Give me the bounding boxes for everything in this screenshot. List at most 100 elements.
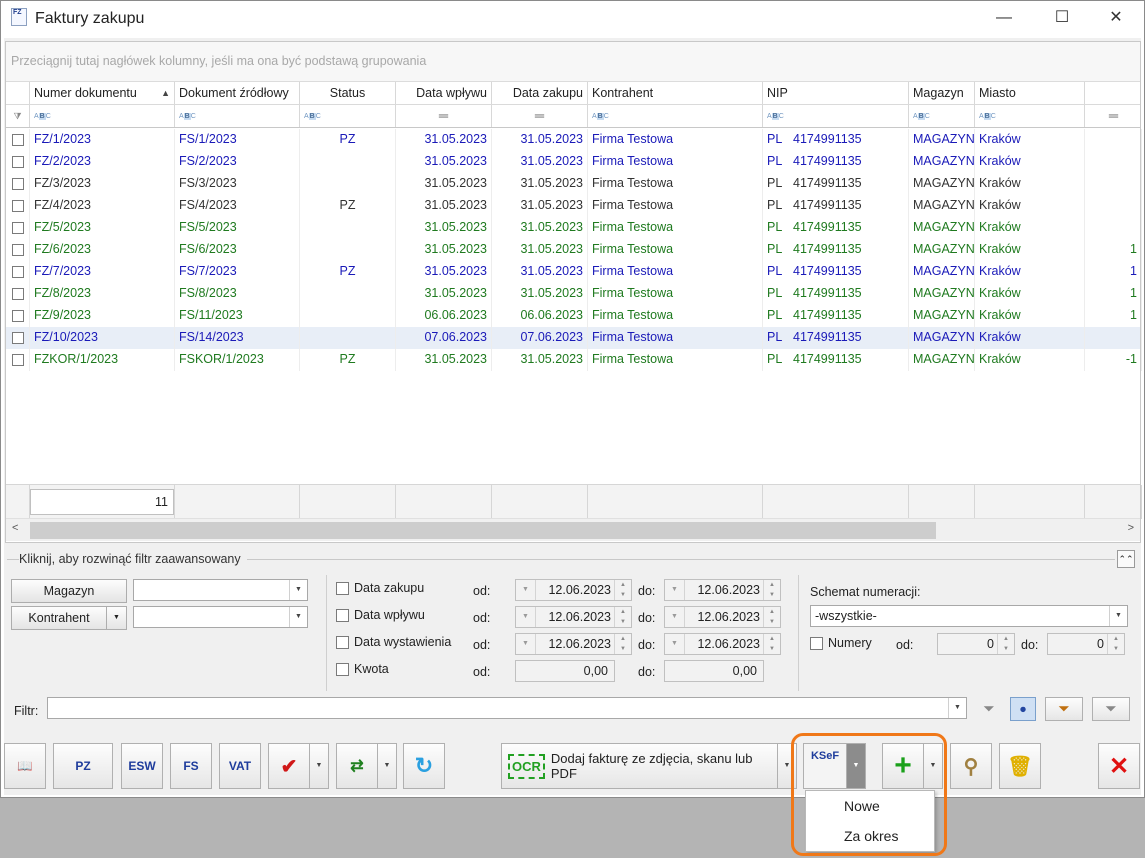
column-header-extra[interactable]: [1085, 82, 1142, 104]
scroll-right-icon[interactable]: >: [1128, 522, 1134, 534]
row-checkbox[interactable]: [6, 195, 30, 217]
table-row[interactable]: FZ/6/2023 FS/6/2023 31.05.2023 31.05.2023 Fi…: [6, 239, 1142, 261]
numery-od-field[interactable]: 0 ▲ ▼: [937, 633, 1015, 655]
schemat-combo[interactable]: -wszystkie- ▼: [810, 605, 1128, 627]
filter-text-icon[interactable]: ABC: [300, 105, 396, 127]
esw-button[interactable]: ESW: [121, 743, 163, 789]
table-row[interactable]: FZ/9/2023 FS/11/2023 06.06.2023 06.06.2023 F…: [6, 305, 1142, 327]
row-checkbox[interactable]: [6, 151, 30, 173]
filter-text-icon[interactable]: ABC: [975, 105, 1085, 127]
scroll-left-icon[interactable]: <: [12, 522, 18, 534]
column-header-nip[interactable]: NIP: [763, 82, 909, 104]
row-checkbox[interactable]: [6, 173, 30, 195]
column-header-data-zakupu[interactable]: Data zakupu: [492, 82, 588, 104]
filter-text-icon[interactable]: ABC: [588, 105, 763, 127]
filter-remove-icon[interactable]: ⏷: [1092, 697, 1130, 721]
data-wystawienia-do-field[interactable]: ▼ 12.06.2023 ▲ ▼: [664, 633, 781, 655]
row-checkbox[interactable]: [6, 261, 30, 283]
table-row[interactable]: FZ/4/2023 FS/4/2023 PZ 31.05.2023 31.05.2023…: [6, 195, 1142, 217]
magnifier-icon[interactable]: ⚲: [950, 743, 992, 789]
table-row[interactable]: FZ/10/2023 FS/14/2023 07.06.2023 07.06.2023…: [6, 327, 1142, 349]
numery-checkbox[interactable]: Numery: [810, 636, 872, 650]
menu-item-nowe[interactable]: Nowe: [806, 791, 934, 821]
filtr-input[interactable]: ▼: [47, 697, 967, 719]
group-by-hint[interactable]: Przeciągnij tutaj nagłówek kolumny, jeśl…: [6, 42, 1140, 82]
column-header-data-wplywu[interactable]: Data wpływu: [396, 82, 492, 104]
row-checkbox[interactable]: [6, 283, 30, 305]
approve-check-icon[interactable]: ✔: [268, 743, 310, 789]
minimize-button[interactable]: —: [989, 7, 1019, 29]
add-plus-icon[interactable]: +: [882, 743, 924, 789]
data-zakupu-checkbox[interactable]: Data zakupu: [336, 581, 424, 595]
column-header-kontrahent[interactable]: Kontrahent: [588, 82, 763, 104]
filter-equals-icon[interactable]: ═: [492, 105, 588, 127]
table-row[interactable]: FZ/8/2023 FS/8/2023 31.05.2023 31.05.2023 Fi…: [6, 283, 1142, 305]
refresh-icon[interactable]: ↻: [403, 743, 445, 789]
table-row[interactable]: FZ/3/2023 FS/3/2023 31.05.2023 31.05.2023 Fi…: [6, 173, 1142, 195]
chevron-down-icon[interactable]: ▼: [309, 743, 329, 789]
filter-active-icon[interactable]: ●: [1010, 697, 1036, 721]
row-checkbox[interactable]: [6, 305, 30, 327]
column-header-zrodlowy[interactable]: Dokument źródłowy: [175, 82, 300, 104]
filter-text-icon[interactable]: ABC: [175, 105, 300, 127]
row-checkbox[interactable]: [6, 327, 30, 349]
kontrahent-combo[interactable]: ▼: [133, 606, 308, 628]
filter-equals-icon[interactable]: ═: [1085, 105, 1142, 127]
kontrahent-dropdown[interactable]: ▼: [106, 606, 127, 630]
kwota-checkbox[interactable]: Kwota: [336, 662, 389, 676]
filter-clear-icon[interactable]: ⏷: [1045, 697, 1083, 721]
row-checkbox[interactable]: [6, 129, 30, 151]
book-icon[interactable]: 📖: [4, 743, 46, 789]
data-zakupu-do-field[interactable]: ▼ 12.06.2023 ▲ ▼: [664, 579, 781, 601]
magazyn-button[interactable]: Magazyn: [11, 579, 127, 603]
numery-do-field[interactable]: 0 ▲ ▼: [1047, 633, 1125, 655]
ksef-button[interactable]: KSeF: [803, 743, 847, 789]
scrollbar-thumb[interactable]: [30, 522, 936, 539]
horizontal-scrollbar[interactable]: < >: [6, 518, 1140, 541]
row-checkbox[interactable]: [6, 349, 30, 371]
ocr-add-invoice-button[interactable]: OCR Dodaj fakturę ze zdjęcia, skanu lub …: [501, 743, 778, 789]
filter-funnel-icon[interactable]: ⏷: [976, 697, 1002, 721]
table-row[interactable]: FZ/5/2023 FS/5/2023 31.05.2023 31.05.2023 Fi…: [6, 217, 1142, 239]
kwota-do-field[interactable]: 0,00: [664, 660, 764, 682]
column-header-status[interactable]: Status: [300, 82, 396, 104]
filter-equals-icon[interactable]: ═: [396, 105, 492, 127]
table-row[interactable]: FZKOR/1/2023 FSKOR/1/2023 PZ 31.05.2023 31.0…: [6, 349, 1142, 371]
chevron-down-icon[interactable]: ▼: [923, 743, 943, 789]
menu-item-za-okres[interactable]: Za okres: [806, 821, 934, 851]
table-row[interactable]: FZ/1/2023 FS/1/2023 PZ 31.05.2023 31.05.2023…: [6, 129, 1142, 151]
row-checkbox[interactable]: [6, 217, 30, 239]
close-x-icon[interactable]: ✕: [1098, 743, 1140, 789]
table-row[interactable]: FZ/2/2023 FS/2/2023 31.05.2023 31.05.2023 Fi…: [6, 151, 1142, 173]
magazyn-combo[interactable]: ▼: [133, 579, 308, 601]
column-header-numer[interactable]: Numer dokumentu ▲: [30, 82, 175, 104]
pz-button[interactable]: PZ: [53, 743, 113, 789]
collapse-icon[interactable]: ⌃⌃: [1117, 550, 1135, 568]
filter-text-icon[interactable]: ABC: [909, 105, 975, 127]
column-header-miasto[interactable]: Miasto: [975, 82, 1085, 104]
data-zakupu-od-field[interactable]: ▼ 12.06.2023 ▲ ▼: [515, 579, 632, 601]
maximize-button[interactable]: ☐: [1047, 7, 1077, 29]
trash-bin-icon[interactable]: 🗑: [999, 743, 1041, 789]
payment-icon[interactable]: ⇄: [336, 743, 378, 789]
data-wystawienia-od-field[interactable]: ▼ 12.06.2023 ▲ ▼: [515, 633, 632, 655]
cell-data-wplywu: 31.05.2023: [396, 217, 492, 239]
kontrahent-button[interactable]: Kontrahent: [11, 606, 107, 630]
filter-text-icon[interactable]: ABC: [30, 105, 175, 127]
data-wplywu-do-field[interactable]: ▼ 12.06.2023 ▲ ▼: [664, 606, 781, 628]
table-row[interactable]: FZ/7/2023 FS/7/2023 PZ 31.05.2023 31.05.2023…: [6, 261, 1142, 283]
chevron-down-icon[interactable]: ▼: [777, 743, 797, 789]
ksef-dropdown-chevron-icon[interactable]: ▼: [846, 743, 866, 789]
data-wplywu-od-field[interactable]: ▼ 12.06.2023 ▲ ▼: [515, 606, 632, 628]
column-header-magazyn[interactable]: Magazyn: [909, 82, 975, 104]
kwota-od-field[interactable]: 0,00: [515, 660, 615, 682]
vat-button[interactable]: VAT: [219, 743, 261, 789]
close-window-button[interactable]: ✕: [1101, 7, 1131, 29]
filter-text-icon[interactable]: ABC: [763, 105, 909, 127]
row-checkbox[interactable]: [6, 239, 30, 261]
data-wplywu-checkbox[interactable]: Data wpływu: [336, 608, 425, 622]
data-wystawienia-checkbox[interactable]: Data wystawienia: [336, 635, 451, 649]
advanced-filter-toggle[interactable]: Kliknij, aby rozwinąć filtr zaawansowany: [19, 552, 247, 566]
chevron-down-icon[interactable]: ▼: [377, 743, 397, 789]
fs-button[interactable]: FS: [170, 743, 212, 789]
